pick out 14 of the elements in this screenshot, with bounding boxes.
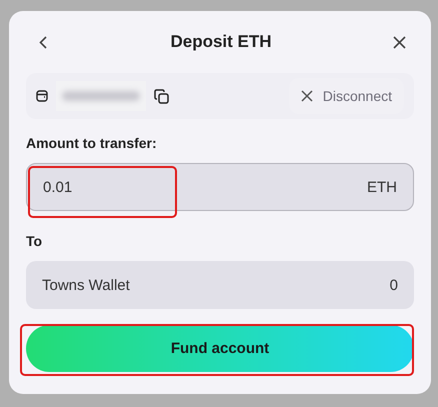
chevron-left-icon: [39, 36, 47, 48]
close-icon: [300, 90, 313, 102]
currency-unit: ETH: [367, 178, 397, 196]
copy-icon[interactable]: [154, 88, 169, 104]
destination-label: To: [26, 233, 44, 249]
amount-label: Amount to transfer:: [26, 135, 158, 151]
wallet-icon: [36, 90, 48, 102]
fund-account-button[interactable]: Fund account: [26, 325, 414, 372]
amount-field[interactable]: 0.01 ETH: [26, 163, 414, 211]
amount-input[interactable]: 0.01: [43, 178, 367, 196]
wallet-balance: 0: [390, 276, 398, 294]
close-icon: [392, 36, 406, 48]
wallet-name: Towns Wallet: [42, 276, 130, 294]
dialog-title: Deposit ETH: [170, 32, 272, 52]
